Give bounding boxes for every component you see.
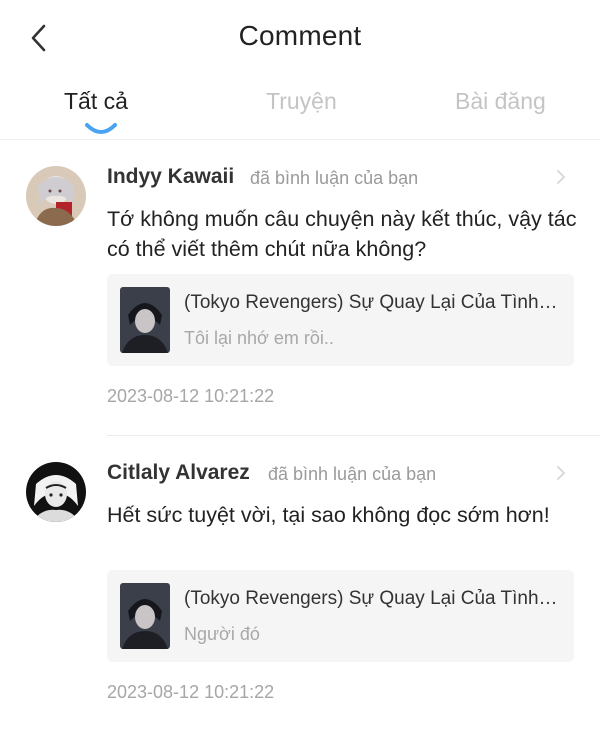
chapter-title: Người đó xyxy=(184,624,260,644)
story-card[interactable]: (Tokyo Revengers) Sự Quay Lại Của Tình Y… xyxy=(107,570,574,662)
open-comment-button[interactable] xyxy=(554,166,568,188)
story-title: (Tokyo Revengers) Sự Quay Lại Của Tình Y… xyxy=(184,292,562,313)
story-title: (Tokyo Revengers) Sự Quay Lại Của Tình Y… xyxy=(184,588,562,609)
commenter-name[interactable]: Citlaly Alvarez xyxy=(107,461,250,485)
chevron-right-icon xyxy=(557,170,565,184)
page-title: Comment xyxy=(238,20,362,51)
chevron-right-icon xyxy=(557,466,565,480)
commenter-name[interactable]: Indyy Kawaii xyxy=(107,165,234,189)
avatar[interactable] xyxy=(26,166,86,226)
chapter-title: Tôi lại nhớ em rồi.. xyxy=(184,328,334,348)
tab-all[interactable]: Tất cả xyxy=(64,88,128,115)
header: Comment xyxy=(0,0,600,76)
comment-list: Indyy Kawaii đã bình luận của bạn Tớ khô… xyxy=(0,140,600,730)
comment-item: Citlaly Alvarez đã bình luận của bạn Hết… xyxy=(0,436,600,730)
comment-action-text: đã bình luận của bạn xyxy=(250,168,419,188)
comment-action-text: đã bình luận của bạn xyxy=(268,464,437,484)
open-comment-button[interactable] xyxy=(554,462,568,484)
story-cover-image xyxy=(120,583,170,649)
comment-text: Tớ không muốn câu chuyện này kết thúc, v… xyxy=(107,207,577,261)
comment-timestamp: 2023-08-12 10:21:22 xyxy=(107,386,275,406)
active-tab-indicator xyxy=(85,123,117,134)
comment-item: Indyy Kawaii đã bình luận của bạn Tớ khô… xyxy=(0,140,600,436)
story-card[interactable]: (Tokyo Revengers) Sự Quay Lại Của Tình Y… xyxy=(107,274,574,366)
comment-text: Hết sức tuyệt vời, tại sao không đọc sớm… xyxy=(107,503,550,527)
tab-bar: Tất cả Truyện Bài đăng xyxy=(0,76,600,140)
tab-stories[interactable]: Truyện xyxy=(266,88,337,115)
avatar[interactable] xyxy=(26,462,86,522)
tab-posts[interactable]: Bài đăng xyxy=(455,88,546,115)
story-cover-image xyxy=(120,287,170,353)
comment-timestamp: 2023-08-12 10:21:22 xyxy=(107,682,275,702)
